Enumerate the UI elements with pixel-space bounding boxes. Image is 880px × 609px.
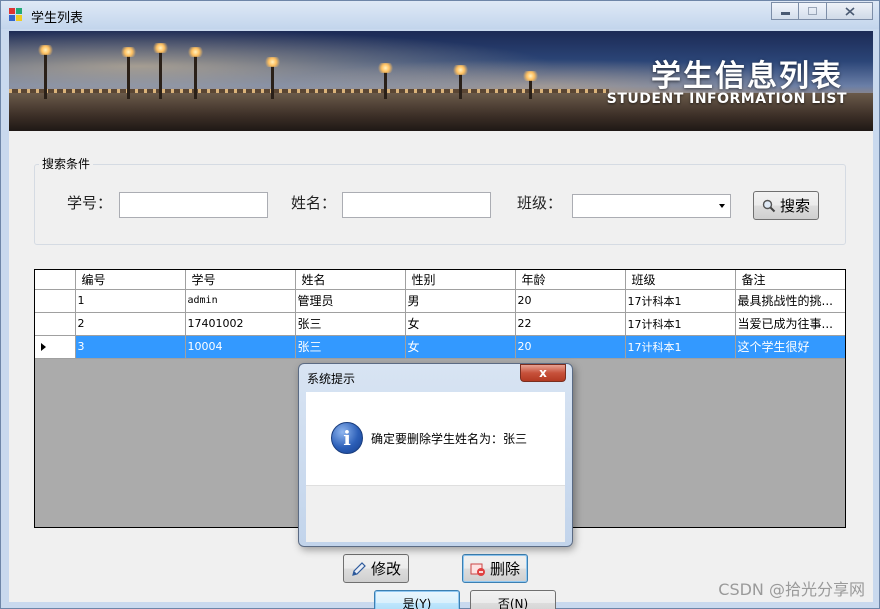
- row-header-corner: [35, 270, 76, 290]
- delete-button[interactable]: 删除: [462, 554, 528, 583]
- dialog-title: 系统提示: [307, 372, 356, 386]
- student-no-input[interactable]: [119, 192, 268, 218]
- column-header-student-no[interactable]: 学号: [185, 270, 296, 290]
- table-cell[interactable]: 20: [515, 289, 626, 313]
- table-cell[interactable]: 这个学生很好: [735, 335, 845, 359]
- title-bar[interactable]: 学生列表: [1, 1, 879, 29]
- no-button[interactable]: 否(N): [470, 590, 556, 609]
- column-header-age[interactable]: 年龄: [515, 270, 626, 290]
- row-header[interactable]: [35, 312, 76, 336]
- close-icon: [844, 6, 855, 16]
- yes-button-label: 是(Y): [402, 596, 432, 609]
- name-label: 姓名：: [291, 194, 337, 212]
- close-icon: x: [539, 366, 547, 380]
- table-cell[interactable]: 管理员: [295, 289, 406, 313]
- class-label: 班级：: [517, 194, 563, 212]
- table-cell[interactable]: 17计科本1: [625, 335, 736, 359]
- dialog-body: i 确定要删除学生姓名为：张三 是(Y) 否(N): [306, 392, 565, 609]
- class-select[interactable]: [572, 194, 731, 218]
- table-cell[interactable]: 17计科本1: [625, 312, 736, 336]
- column-header-class[interactable]: 班级: [625, 270, 736, 290]
- table-header-row: 编号 学号 姓名 性别 年龄 班级 备注: [35, 270, 845, 290]
- edit-button[interactable]: 修改: [343, 554, 409, 583]
- maximize-icon: [808, 7, 817, 15]
- banner-subtitle: STUDENT INFORMATION LIST: [606, 91, 847, 107]
- name-input[interactable]: [342, 192, 491, 218]
- table-cell[interactable]: 女: [405, 335, 516, 359]
- table-row[interactable]: 2 17401002 张三 女 22 17计科本1 当爱已成为往事...: [35, 312, 845, 336]
- chevron-down-icon: [719, 204, 725, 208]
- main-window: 学生列表 学生信息列表 STUDENT INFORMATION LIST 搜索条…: [0, 0, 880, 609]
- table-cell[interactable]: 张三: [295, 335, 406, 359]
- column-header-name[interactable]: 姓名: [295, 270, 406, 290]
- table-cell[interactable]: 3: [75, 335, 186, 359]
- table-cell[interactable]: 2: [75, 312, 186, 336]
- minimize-button[interactable]: [771, 2, 799, 20]
- maximize-button[interactable]: [799, 2, 827, 20]
- column-header-remark[interactable]: 备注: [735, 270, 845, 290]
- minimize-icon: [780, 12, 790, 15]
- yes-button[interactable]: 是(Y): [374, 590, 460, 609]
- app-icon: [9, 8, 23, 22]
- table-cell[interactable]: 17计科本1: [625, 289, 736, 313]
- search-icon: [762, 199, 776, 212]
- close-button[interactable]: [827, 2, 873, 20]
- table-cell[interactable]: admin: [185, 289, 296, 313]
- window-title: 学生列表: [31, 11, 84, 26]
- delete-icon: [470, 563, 485, 576]
- dialog-footer: 是(Y) 否(N): [306, 485, 565, 609]
- table-cell[interactable]: 22: [515, 312, 626, 336]
- row-header[interactable]: [35, 289, 76, 313]
- confirm-dialog: 系统提示 x i 确定要删除学生姓名为：张三 是(Y) 否(N): [298, 363, 573, 609]
- table-cell[interactable]: 女: [405, 312, 516, 336]
- column-header-id[interactable]: 编号: [75, 270, 186, 290]
- dialog-close-button[interactable]: x: [520, 364, 566, 382]
- search-button-label: 搜索: [779, 197, 810, 215]
- table-row-selected[interactable]: 3 10004 张三 女 20 17计科本1 这个学生很好: [35, 335, 845, 359]
- current-row-arrow-icon: [41, 342, 46, 351]
- header-banner: 学生信息列表 STUDENT INFORMATION LIST: [9, 31, 873, 131]
- pencil-icon: [352, 561, 366, 576]
- table-cell[interactable]: 17401002: [185, 312, 296, 336]
- edit-button-label: 修改: [370, 560, 401, 578]
- table-cell[interactable]: 1: [75, 289, 186, 313]
- no-button-label: 否(N): [497, 596, 529, 609]
- student-table: 编号 学号 姓名 性别 年龄 班级 备注 1 admin 管理员 男 20 17…: [35, 270, 845, 359]
- table-cell[interactable]: 当爱已成为往事...: [735, 312, 845, 336]
- table-cell[interactable]: 男: [405, 289, 516, 313]
- table-cell[interactable]: 最具挑战性的挑...: [735, 289, 845, 313]
- column-header-gender[interactable]: 性别: [405, 270, 516, 290]
- window-controls: [771, 2, 873, 20]
- info-icon: i: [331, 422, 363, 454]
- search-button[interactable]: 搜索: [753, 191, 819, 220]
- dialog-message: 确定要删除学生姓名为：张三: [371, 432, 528, 446]
- table-cell[interactable]: 张三: [295, 312, 406, 336]
- delete-button-label: 删除: [489, 560, 520, 578]
- table-row[interactable]: 1 admin 管理员 男 20 17计科本1 最具挑战性的挑...: [35, 289, 845, 313]
- table-cell[interactable]: 20: [515, 335, 626, 359]
- search-group-title: 搜索条件: [39, 155, 94, 172]
- watermark: CSDN @拾光分享网: [718, 580, 865, 599]
- student-no-label: 学号：: [67, 194, 113, 212]
- table-cell[interactable]: 10004: [185, 335, 296, 359]
- banner-title: 学生信息列表: [651, 59, 843, 94]
- row-header[interactable]: [35, 335, 76, 359]
